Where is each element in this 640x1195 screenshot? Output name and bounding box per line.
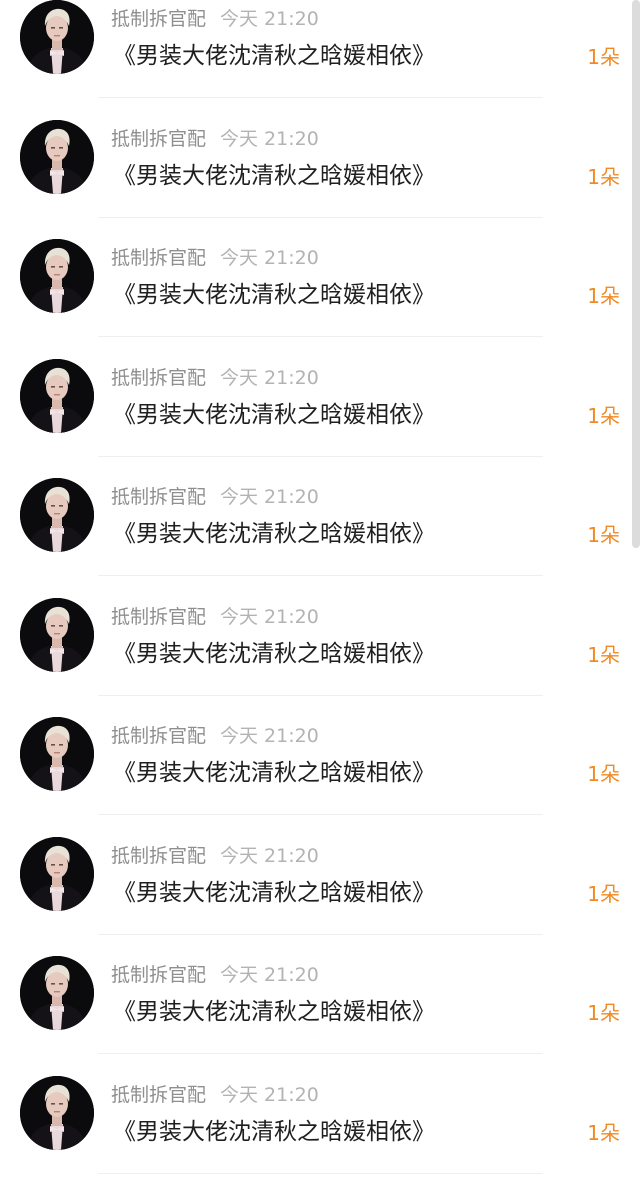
list-item[interactable]: 抵制拆官配今天 21:20 《男装大佬沈清秋之晗媛相依》 1朵: [0, 120, 640, 240]
avatar-image: [20, 598, 94, 672]
timestamp: 今天 21:20: [220, 964, 319, 986]
sender-name[interactable]: 抵制拆官配: [111, 367, 206, 389]
flower-count: 1朵: [587, 998, 620, 1028]
timestamp: 今天 21:20: [220, 1084, 319, 1106]
avatar[interactable]: [20, 717, 94, 791]
avatar-image: [20, 478, 94, 552]
flower-count: 1朵: [587, 759, 620, 789]
avatar-image: [20, 239, 94, 313]
timestamp: 今天 21:20: [220, 486, 319, 508]
avatar-image: [20, 359, 94, 433]
item-meta: 抵制拆官配今天 21:20: [111, 483, 319, 511]
list-item[interactable]: 抵制拆官配今天 21:20 《男装大佬沈清秋之晗媛相依》 1朵: [0, 598, 640, 718]
avatar-image: [20, 837, 94, 911]
divider: [98, 1053, 543, 1054]
avatar[interactable]: [20, 120, 94, 194]
avatar-image: [20, 0, 94, 74]
scrollbar[interactable]: [632, 0, 640, 548]
avatar[interactable]: [20, 956, 94, 1030]
flower-count: 1朵: [587, 281, 620, 311]
list-item[interactable]: 抵制拆官配今天 21:20 《男装大佬沈清秋之晗媛相依》 1朵: [0, 0, 640, 120]
flower-count: 1朵: [587, 640, 620, 670]
gift-title: 《男装大佬沈清秋之晗媛相依》: [113, 38, 435, 74]
sender-name[interactable]: 抵制拆官配: [111, 606, 206, 628]
sender-name[interactable]: 抵制拆官配: [111, 964, 206, 986]
avatar-image: [20, 717, 94, 791]
item-meta: 抵制拆官配今天 21:20: [111, 125, 319, 153]
avatar[interactable]: [20, 239, 94, 313]
list-item[interactable]: 抵制拆官配今天 21:20 《男装大佬沈清秋之晗媛相依》 1朵: [0, 478, 640, 598]
avatar[interactable]: [20, 0, 94, 74]
timestamp: 今天 21:20: [220, 8, 319, 30]
divider: [98, 1173, 543, 1174]
divider: [98, 97, 543, 98]
timestamp: 今天 21:20: [220, 845, 319, 867]
flower-count: 1朵: [587, 42, 620, 72]
avatar[interactable]: [20, 1076, 94, 1150]
item-meta: 抵制拆官配今天 21:20: [111, 842, 319, 870]
timestamp: 今天 21:20: [220, 128, 319, 150]
flower-count: 1朵: [587, 879, 620, 909]
timestamp: 今天 21:20: [220, 247, 319, 269]
flower-count: 1朵: [587, 1118, 620, 1148]
list-item[interactable]: 抵制拆官配今天 21:20 《男装大佬沈清秋之晗媛相依》 1朵: [0, 359, 640, 479]
divider: [98, 575, 543, 576]
divider: [98, 934, 543, 935]
gift-title: 《男装大佬沈清秋之晗媛相依》: [113, 994, 435, 1030]
gift-title: 《男装大佬沈清秋之晗媛相依》: [113, 158, 435, 194]
list-item[interactable]: 抵制拆官配今天 21:20 《男装大佬沈清秋之晗媛相依》 1朵: [0, 717, 640, 837]
gift-title: 《男装大佬沈清秋之晗媛相依》: [113, 277, 435, 313]
flower-count: 1朵: [587, 401, 620, 431]
item-meta: 抵制拆官配今天 21:20: [111, 961, 319, 989]
item-meta: 抵制拆官配今天 21:20: [111, 364, 319, 392]
flower-count: 1朵: [587, 162, 620, 192]
gift-title: 《男装大佬沈清秋之晗媛相依》: [113, 875, 435, 911]
list-item[interactable]: 抵制拆官配今天 21:20 《男装大佬沈清秋之晗媛相依》 1朵: [0, 956, 640, 1076]
sender-name[interactable]: 抵制拆官配: [111, 8, 206, 30]
avatar-image: [20, 120, 94, 194]
sender-name[interactable]: 抵制拆官配: [111, 725, 206, 747]
item-meta: 抵制拆官配今天 21:20: [111, 1081, 319, 1109]
flower-count: 1朵: [587, 520, 620, 550]
sender-name[interactable]: 抵制拆官配: [111, 1084, 206, 1106]
gift-title: 《男装大佬沈清秋之晗媛相依》: [113, 755, 435, 791]
sender-name[interactable]: 抵制拆官配: [111, 247, 206, 269]
divider: [98, 456, 543, 457]
item-meta: 抵制拆官配今天 21:20: [111, 5, 319, 33]
sender-name[interactable]: 抵制拆官配: [111, 845, 206, 867]
avatar[interactable]: [20, 598, 94, 672]
avatar[interactable]: [20, 478, 94, 552]
avatar-image: [20, 1076, 94, 1150]
avatar[interactable]: [20, 359, 94, 433]
gift-record-list: 抵制拆官配今天 21:20 《男装大佬沈清秋之晗媛相依》 1朵: [0, 0, 640, 1195]
avatar-image: [20, 956, 94, 1030]
gift-title: 《男装大佬沈清秋之晗媛相依》: [113, 397, 435, 433]
timestamp: 今天 21:20: [220, 725, 319, 747]
list-item[interactable]: 抵制拆官配今天 21:20 《男装大佬沈清秋之晗媛相依》 1朵: [0, 837, 640, 957]
avatar[interactable]: [20, 837, 94, 911]
divider: [98, 695, 543, 696]
list-item[interactable]: 抵制拆官配今天 21:20 《男装大佬沈清秋之晗媛相依》 1朵: [0, 1076, 640, 1195]
divider: [98, 814, 543, 815]
gift-title: 《男装大佬沈清秋之晗媛相依》: [113, 636, 435, 672]
item-meta: 抵制拆官配今天 21:20: [111, 603, 319, 631]
list-item[interactable]: 抵制拆官配今天 21:20 《男装大佬沈清秋之晗媛相依》 1朵: [0, 239, 640, 359]
timestamp: 今天 21:20: [220, 367, 319, 389]
timestamp: 今天 21:20: [220, 606, 319, 628]
gift-title: 《男装大佬沈清秋之晗媛相依》: [113, 1114, 435, 1150]
divider: [98, 336, 543, 337]
sender-name[interactable]: 抵制拆官配: [111, 128, 206, 150]
divider: [98, 217, 543, 218]
item-meta: 抵制拆官配今天 21:20: [111, 244, 319, 272]
item-meta: 抵制拆官配今天 21:20: [111, 722, 319, 750]
sender-name[interactable]: 抵制拆官配: [111, 486, 206, 508]
gift-title: 《男装大佬沈清秋之晗媛相依》: [113, 516, 435, 552]
